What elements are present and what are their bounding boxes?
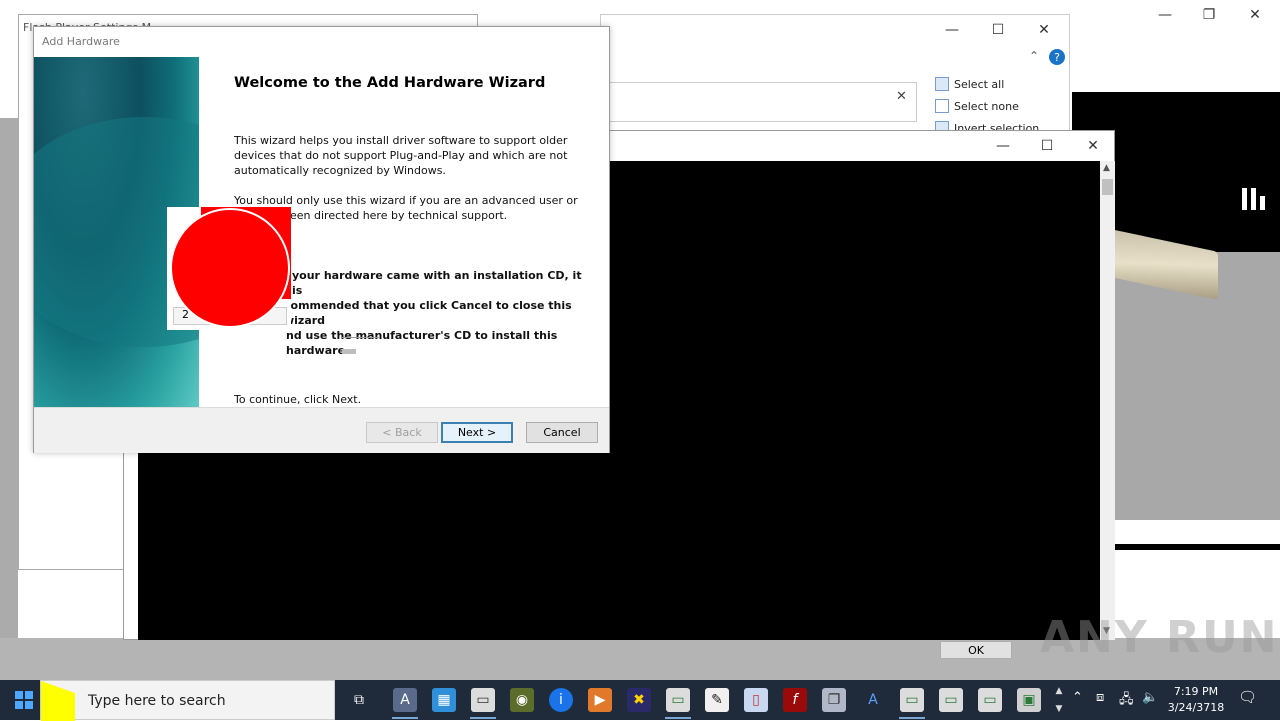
anyrun-watermark: ANY RUN: [1040, 612, 1279, 663]
app-icon-globe[interactable]: ◉: [510, 688, 534, 712]
red-circle: [170, 208, 290, 328]
close-button[interactable]: ✕: [1070, 131, 1116, 161]
select-all-icon: [935, 77, 949, 91]
cancel-button[interactable]: Cancel: [526, 422, 598, 443]
app-icon-chart[interactable]: ▦: [432, 688, 456, 712]
background-window-right: — ❐ ✕: [1072, 0, 1280, 62]
wizard-footer: < Back Next > Cancel: [34, 407, 609, 453]
clock[interactable]: 7:19 PM 3/24/3718: [1166, 684, 1226, 716]
app-icon-window-5[interactable]: ▭: [978, 688, 1002, 712]
font-icon[interactable]: A: [861, 688, 885, 712]
active-indicator: [665, 717, 691, 719]
search-box[interactable]: Type here to search: [40, 680, 335, 721]
x-app-icon[interactable]: ✖: [627, 688, 651, 712]
wizard-continue-text: To continue, click Next.: [234, 393, 362, 406]
app-icon-window-4[interactable]: ▭: [939, 688, 963, 712]
select-none-icon: [935, 99, 949, 113]
select-all-button[interactable]: Select all: [935, 77, 1004, 91]
ok-button[interactable]: OK: [940, 641, 1012, 659]
expand-ribbon-icon[interactable]: ⌃: [1029, 49, 1039, 63]
restore-button[interactable]: ❐: [1186, 0, 1232, 30]
overlay-panel: 2: [167, 207, 291, 330]
close-button[interactable]: ✕: [1232, 0, 1278, 30]
notifications-icon[interactable]: 🗨: [1238, 688, 1257, 706]
sticky-note-icon: [41, 681, 75, 721]
divider-line: [342, 337, 380, 338]
minimize-button[interactable]: —: [980, 131, 1026, 161]
close-button[interactable]: ✕: [1021, 15, 1067, 45]
clock-date: 3/24/3718: [1167, 701, 1225, 714]
windows-logo-icon: [15, 691, 33, 709]
active-indicator: [899, 717, 925, 719]
volume-icon[interactable]: 🔈: [1142, 690, 1158, 705]
scroll-thumb[interactable]: [1102, 179, 1113, 195]
device-icon[interactable]: ⧈: [1096, 690, 1104, 705]
gray-panel-left: [0, 118, 18, 638]
wizard-window-title: Add Hardware: [42, 35, 120, 48]
network-icon[interactable]: 🖧: [1119, 690, 1134, 712]
small-gray-mark: [342, 349, 356, 354]
document-icon[interactable]: ▯: [744, 688, 768, 712]
pause-icon: [1242, 188, 1268, 210]
minimize-button[interactable]: —: [929, 15, 975, 45]
clock-time: 7:19 PM: [1173, 685, 1219, 698]
app-icon-window-2[interactable]: ▭: [666, 688, 690, 712]
taskbar-scroll[interactable]: ▲ ▼: [1052, 682, 1066, 718]
media-icon[interactable]: ▶: [588, 688, 612, 712]
active-indicator: [392, 717, 418, 719]
app-icon-a[interactable]: A: [393, 688, 417, 712]
task-view-icon[interactable]: ⧉: [347, 688, 371, 712]
scrollbar[interactable]: ▲ ▼: [1100, 161, 1115, 640]
help-icon[interactable]: ?: [1049, 49, 1065, 65]
edit-icon[interactable]: ✎: [705, 688, 729, 712]
maximize-button[interactable]: ☐: [1024, 131, 1070, 161]
maximize-button[interactable]: ☐: [975, 15, 1021, 45]
wizard-paragraph-1: This wizard helps you install driver sof…: [234, 134, 568, 177]
app-icon-window[interactable]: ▭: [471, 688, 495, 712]
wizard-heading: Welcome to the Add Hardware Wizard: [234, 75, 546, 91]
scroll-up-icon[interactable]: ▲: [1103, 163, 1110, 173]
back-button[interactable]: < Back: [366, 422, 438, 443]
copy-icon[interactable]: ❐: [822, 688, 846, 712]
select-none-button[interactable]: Select none: [935, 99, 1019, 113]
show-hidden-icons[interactable]: ⌃: [1072, 690, 1083, 705]
add-hardware-wizard: Add Hardware Welcome to the Add Hardware…: [33, 26, 610, 453]
installer-icon[interactable]: ▣: [1017, 688, 1041, 712]
app-icon-window-3[interactable]: ▭: [900, 688, 924, 712]
next-button[interactable]: Next >: [441, 422, 513, 443]
background-dialog-small: ✕: [605, 82, 917, 122]
search-placeholder: Type here to search: [88, 693, 226, 709]
active-indicator: [470, 717, 496, 719]
info-icon[interactable]: i: [549, 688, 573, 712]
minimize-button[interactable]: —: [1142, 0, 1188, 30]
flash-icon[interactable]: f: [783, 688, 807, 712]
close-icon[interactable]: ✕: [896, 89, 907, 104]
